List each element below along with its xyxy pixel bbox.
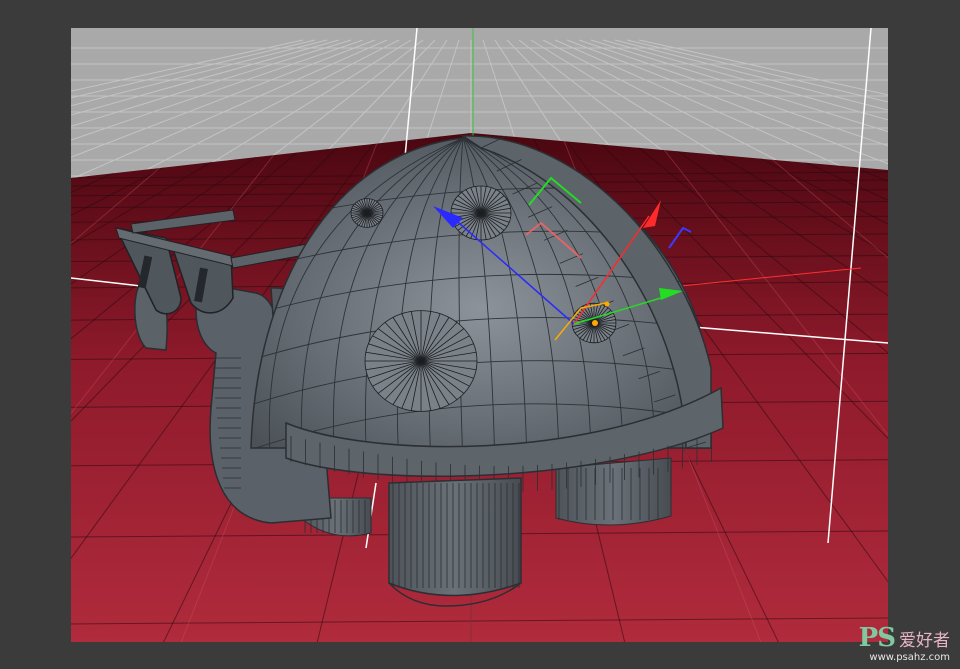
3d-viewport[interactable] — [71, 28, 888, 642]
watermark-site-name: 爱好者 — [899, 631, 950, 651]
front-leg — [388, 477, 522, 607]
viewport-scene — [71, 28, 888, 642]
watermark-url: www.psahz.com — [869, 652, 950, 663]
window-frame — [0, 0, 960, 28]
watermark: PS 爱好者 www.psahz.com — [859, 625, 950, 663]
watermark-logo: PS — [858, 623, 896, 653]
